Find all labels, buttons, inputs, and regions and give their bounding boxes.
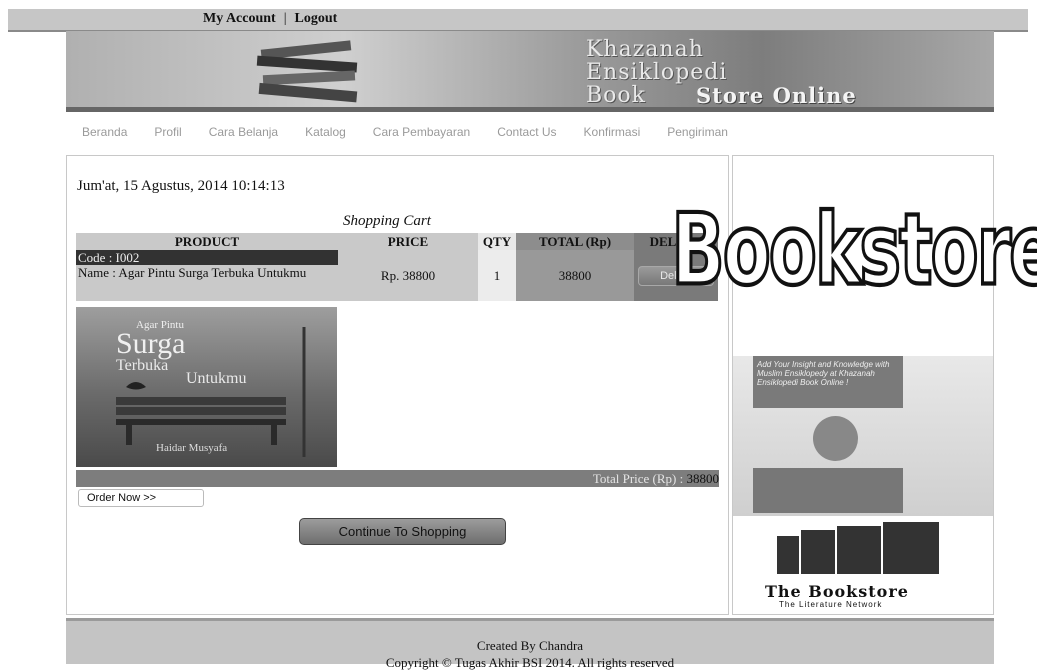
logo-block xyxy=(837,526,881,574)
logout-link[interactable]: Logout xyxy=(295,11,338,26)
the-bookstore-name: The Bookstore xyxy=(765,582,909,601)
nav-beranda[interactable]: Beranda xyxy=(82,125,127,139)
header-product: PRODUCT xyxy=(76,233,338,250)
promo-text: Add Your Insight and Knowledge with Musl… xyxy=(753,356,903,408)
header-price: PRICE xyxy=(338,233,478,250)
footer: Created By Chandra Copyright © Tugas Akh… xyxy=(66,618,994,670)
table-row: Code : I002 Rp. 38800 1 38800 Delete xyxy=(76,250,718,301)
product-name: Name : Agar Pintu Surga Terbuka Untukmu xyxy=(76,265,338,301)
separator: | xyxy=(283,11,287,26)
nav-katalog[interactable]: Katalog xyxy=(305,125,346,139)
book-stack-icon xyxy=(256,40,358,103)
logo-block xyxy=(801,530,835,574)
reading-girl-image xyxy=(813,416,858,461)
bookstore-logo: Bookstore xyxy=(670,156,1037,354)
book-cover-image: Agar Pintu Surga Terbuka Untukmu Haidar … xyxy=(76,307,337,467)
header-qty: QTY xyxy=(478,233,516,250)
cover-author: Haidar Musyafa xyxy=(156,442,228,454)
header-banner: Khazanah Ensiklopedi Book Store Online xyxy=(66,31,994,112)
nav-contact-us[interactable]: Contact Us xyxy=(497,125,556,139)
the-bookstore-logo: The Bookstore The Literature Network xyxy=(733,518,993,614)
account-links: My Account | Logout xyxy=(203,11,337,27)
footer-credit: Created By Chandra xyxy=(476,638,584,653)
banner-strip xyxy=(66,107,994,112)
cart-table: PRODUCT PRICE QTY TOTAL (Rp) DELETE Code… xyxy=(76,233,718,301)
my-account-link[interactable]: My Account xyxy=(203,11,276,26)
order-now-button[interactable]: Order Now >> xyxy=(78,489,204,507)
cover-title-line4: Untukmu xyxy=(186,370,247,387)
main-nav: Beranda Profil Cara Belanja Katalog Cara Pem… xyxy=(82,125,755,139)
product-total: 38800 xyxy=(516,250,634,301)
product-code: Code : I002 xyxy=(76,250,338,265)
total-price-value: 38800 xyxy=(686,471,720,486)
nav-pengiriman[interactable]: Pengiriman xyxy=(667,125,728,139)
logo-block xyxy=(883,522,939,574)
total-price-bar: Total Price (Rp) : 38800 xyxy=(76,470,719,487)
footer-copyright: Copyright © Tugas Akhir BSI 2014. All ri… xyxy=(385,655,675,670)
nav-konfirmasi[interactable]: Konfirmasi xyxy=(584,125,641,139)
banner-store-online: Store Online xyxy=(696,83,857,108)
total-price-label: Total Price (Rp) : xyxy=(592,471,687,486)
cover-title-line3: Terbuka xyxy=(116,357,169,374)
product-qty: 1 xyxy=(478,250,516,301)
nav-cara-pembayaran[interactable]: Cara Pembayaran xyxy=(373,125,470,139)
banner-title-line2: Ensiklopedi xyxy=(586,60,728,85)
sidebar: Bookstore Add Your Insight and Knowledge… xyxy=(670,155,1037,615)
header-total: TOTAL (Rp) xyxy=(516,233,634,250)
nav-cara-belanja[interactable]: Cara Belanja xyxy=(209,125,278,139)
nav-profil[interactable]: Profil xyxy=(154,125,181,139)
top-bar: My Account | Logout xyxy=(8,9,1028,32)
cart-header-row: PRODUCT PRICE QTY TOTAL (Rp) DELETE xyxy=(76,233,718,250)
banner-title-line3: Book xyxy=(586,83,646,108)
product-price: Rp. 38800 xyxy=(338,250,478,301)
cart-title: Shopping Cart xyxy=(343,213,431,229)
logo-block xyxy=(777,536,799,574)
banner-title-line1: Khazanah xyxy=(586,37,704,62)
promo-banner: Add Your Insight and Knowledge with Musl… xyxy=(733,356,993,516)
promo-strip xyxy=(753,468,903,513)
the-bookstore-tagline: The Literature Network xyxy=(779,600,883,609)
continue-shopping-button[interactable]: Continue To Shopping xyxy=(299,518,506,545)
date-time: Jum'at, 15 Agustus, 2014 10:14:13 xyxy=(77,178,285,194)
main-content: Jum'at, 15 Agustus, 2014 10:14:13 Shoppi… xyxy=(66,155,729,615)
bookstore-logo-text: Bookstore xyxy=(670,191,1037,310)
cover-title-big: Surga xyxy=(116,327,186,360)
